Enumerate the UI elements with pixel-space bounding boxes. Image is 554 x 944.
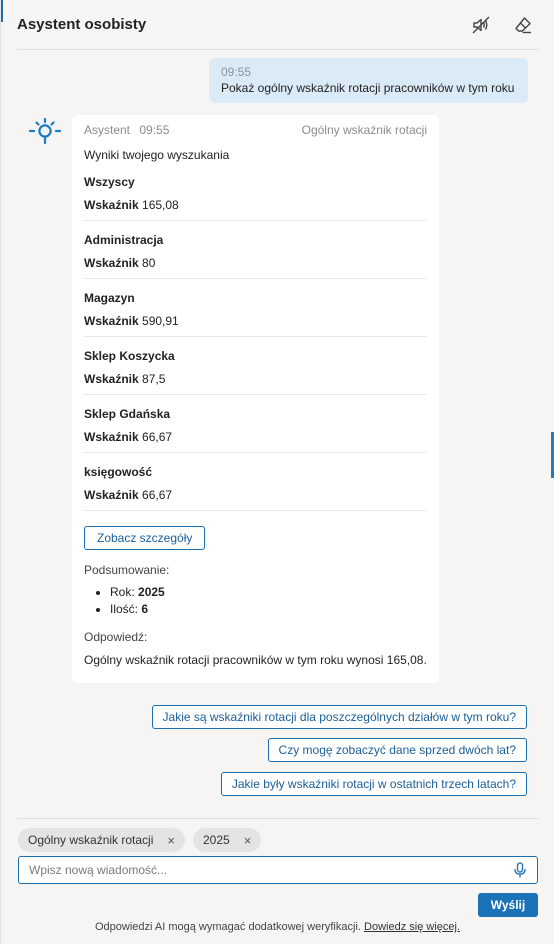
assistant-author: Asystent	[84, 123, 131, 137]
footer-divider	[17, 818, 538, 819]
department-value: Wskaźnik 66,67	[84, 488, 173, 502]
message-input-box	[18, 856, 538, 884]
department-result: księgowość Wskaźnik 66,67	[84, 453, 427, 511]
filter-chip-label: 2025	[202, 833, 230, 847]
microphone-icon[interactable]	[513, 862, 527, 878]
department-value: Wskaźnik 80	[84, 256, 156, 270]
summary-item-count: Ilość: 6	[110, 601, 427, 618]
summary-item-year: Rok: 2025	[110, 584, 427, 601]
learn-more-link[interactable]: Dowiedz się więcej.	[364, 921, 460, 933]
department-name: księgowość	[84, 465, 153, 479]
suggestion-button[interactable]: Czy mogę zobaczyć dane sprzed dwóch lat?	[267, 738, 527, 762]
department-name: Wszyscy	[84, 175, 135, 189]
results-label: Wyniki twojego wyszukania	[84, 148, 230, 162]
disclaimer-text: Odpowiedzi AI mogą wymagać dodatkowej we…	[94, 921, 361, 933]
left-edge-accent	[1, 0, 3, 22]
department-name: Administracja	[84, 233, 164, 247]
suggestion-button[interactable]: Jakie były wskaźniki rotacji w ostatnich…	[220, 772, 527, 796]
department-result: Wszyscy Wskaźnik 165,08	[84, 163, 427, 221]
message-input[interactable]	[29, 863, 513, 877]
answer-text: Ogólny wskaźnik rotacji pracowników w ty…	[84, 653, 427, 667]
panel-title: Asystent osobisty	[17, 16, 147, 33]
answer-label: Odpowiedź:	[84, 630, 148, 644]
assistant-panel: Asystent osobisty 09:55 Pokaż ogólny wsk…	[0, 0, 554, 944]
close-icon[interactable]: ×	[167, 834, 175, 847]
filter-chip: 2025 ×	[192, 828, 262, 852]
department-result: Magazyn Wskaźnik 590,91	[84, 279, 427, 337]
header-actions	[470, 14, 538, 36]
assistant-message: Asystent 09:55 Ogólny wskaźnik rotacji W…	[72, 115, 439, 683]
assistant-message-header: Asystent 09:55 Ogólny wskaźnik rotacji	[84, 123, 427, 137]
department-result: Administracja Wskaźnik 80	[84, 221, 427, 279]
filter-chip: Ogólny wskaźnik rotacji ×	[18, 828, 185, 852]
filter-chip-label: Ogólny wskaźnik rotacji	[28, 833, 154, 847]
assistant-topic: Ogólny wskaźnik rotacji	[301, 123, 427, 137]
assistant-bulb-icon	[27, 116, 63, 146]
department-name: Magazyn	[84, 291, 135, 305]
department-value: Wskaźnik 87,5	[84, 372, 166, 386]
user-message-time: 09:55	[221, 65, 252, 79]
department-name: Sklep Gdańska	[84, 407, 171, 421]
suggestion-button[interactable]: Jakie są wskaźniki rotacji dla poszczegó…	[151, 705, 527, 729]
summary-label: Podsumowanie:	[84, 563, 170, 577]
department-name: Sklep Koszycka	[84, 349, 175, 363]
department-value: Wskaźnik 66,67	[84, 430, 173, 444]
department-result: Sklep Gdańska Wskaźnik 66,67	[84, 395, 427, 453]
user-message: 09:55 Pokaż ogólny wskaźnik rotacji prac…	[209, 58, 528, 103]
speaker-muted-icon[interactable]	[470, 14, 492, 36]
summary-list: Rok: 2025 Ilość: 6	[84, 584, 427, 618]
assistant-time: 09:55	[139, 123, 170, 137]
ai-disclaimer: Odpowiedzi AI mogą wymagać dodatkowej we…	[1, 921, 554, 933]
department-value: Wskaźnik 165,08	[84, 198, 179, 212]
department-value: Wskaźnik 590,91	[84, 314, 179, 328]
department-result: Sklep Koszycka Wskaźnik 87,5	[84, 337, 427, 395]
context-chips: Ogólny wskaźnik rotacji × 2025 ×	[18, 828, 262, 852]
user-message-text: Pokaż ogólny wskaźnik rotacji pracownikó…	[221, 81, 515, 95]
eraser-icon[interactable]	[512, 14, 534, 36]
see-details-button[interactable]: Zobacz szczegóły	[84, 526, 206, 550]
send-button[interactable]: Wyślij	[478, 893, 538, 917]
panel-header: Asystent osobisty	[17, 0, 538, 50]
close-icon[interactable]: ×	[244, 834, 252, 847]
